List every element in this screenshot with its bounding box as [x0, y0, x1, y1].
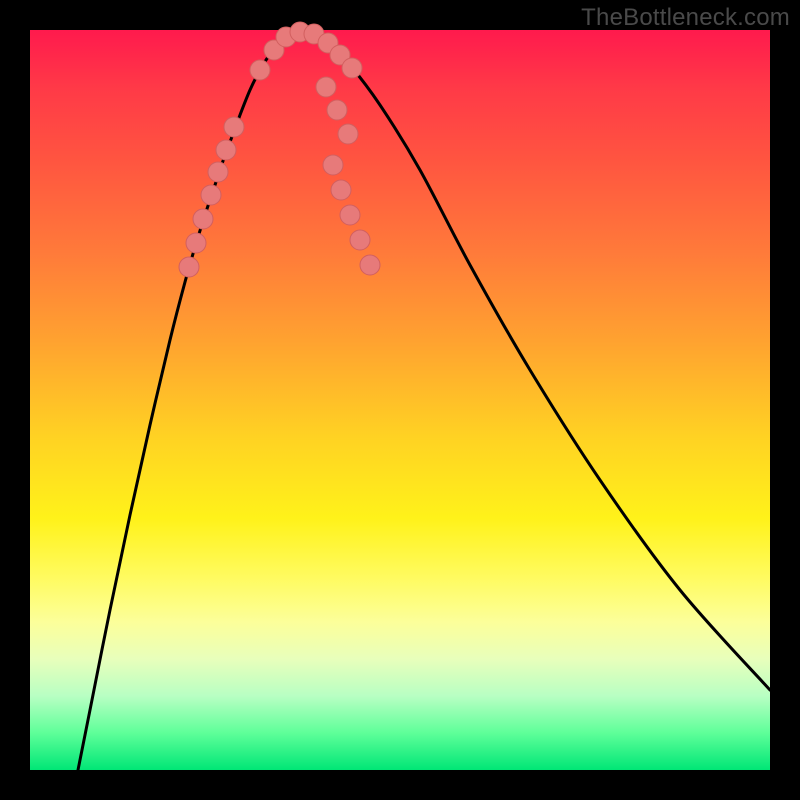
curve-marker	[350, 230, 370, 250]
bottleneck-curve-svg	[30, 30, 770, 770]
curve-marker	[186, 233, 206, 253]
curve-marker	[216, 140, 236, 160]
curve-marker	[201, 185, 221, 205]
watermark-text: TheBottleneck.com	[581, 4, 790, 32]
curve-marker	[208, 162, 228, 182]
chart-frame: TheBottleneck.com	[0, 0, 800, 800]
curve-marker	[323, 155, 343, 175]
curve-marker	[340, 205, 360, 225]
bottleneck-curve-path	[78, 32, 770, 770]
curve-marker	[316, 77, 336, 97]
curve-marker	[331, 180, 351, 200]
curve-marker	[338, 124, 358, 144]
plot-area	[30, 30, 770, 770]
curve-markers	[179, 22, 380, 277]
curve-marker	[250, 60, 270, 80]
curve-marker	[193, 209, 213, 229]
curve-marker	[360, 255, 380, 275]
curve-marker	[179, 257, 199, 277]
curve-marker	[224, 117, 244, 137]
curve-marker	[327, 100, 347, 120]
curve-marker	[342, 58, 362, 78]
